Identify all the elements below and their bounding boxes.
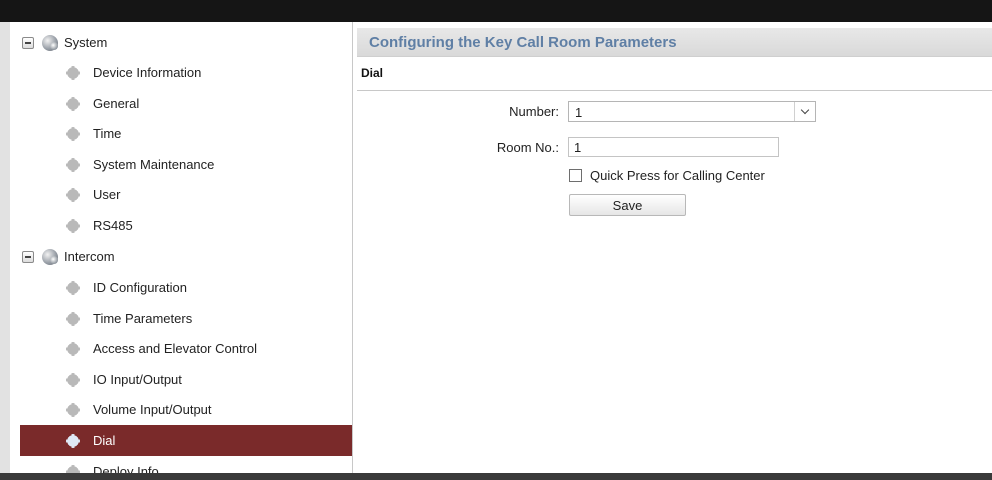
- number-select-value: 1: [575, 105, 583, 120]
- gear-icon: [66, 187, 80, 202]
- intercom-group-icon: [42, 248, 58, 265]
- quick-press-checkbox[interactable]: [569, 169, 582, 182]
- tree-item-label: Access and Elevator Control: [93, 341, 258, 356]
- gear-icon: [66, 402, 80, 417]
- config-tree: System Device Information General Time S…: [10, 22, 353, 473]
- tree-item-rs485[interactable]: RS485: [10, 210, 352, 241]
- gear-icon: [66, 65, 80, 80]
- tree-group-label: System: [64, 35, 108, 50]
- tree-item-volume-input-output[interactable]: Volume Input/Output: [10, 394, 352, 425]
- gear-icon: [66, 372, 80, 387]
- tree-item-label: Deploy Info: [93, 464, 159, 473]
- tree-item-general[interactable]: General: [10, 88, 352, 119]
- page-title: Configuring the Key Call Room Parameters: [369, 33, 677, 51]
- number-select[interactable]: 1: [568, 101, 816, 122]
- gear-icon: [66, 218, 80, 233]
- section-title: Dial: [361, 66, 384, 80]
- gear-icon: [66, 311, 80, 326]
- tree-item-label: RS485: [93, 218, 133, 233]
- tree-group-label: Intercom: [64, 249, 115, 264]
- gear-icon: [66, 280, 80, 295]
- tree-item-time[interactable]: Time: [10, 118, 352, 149]
- window-bottom-bar: [0, 473, 992, 480]
- tree-item-label: Time Parameters: [93, 311, 193, 326]
- gear-icon: [66, 433, 80, 448]
- tree-item-label: Dial: [93, 433, 116, 448]
- config-panel: Configuring the Key Call Room Parameters…: [353, 22, 992, 473]
- tree-item-label: Time: [93, 126, 122, 141]
- tree-item-id-configuration[interactable]: ID Configuration: [10, 272, 352, 303]
- tree-item-label: ID Configuration: [93, 280, 187, 295]
- tree-item-label: System Maintenance: [93, 157, 215, 172]
- dropdown-arrow[interactable]: [794, 102, 815, 121]
- tree-item-device-information[interactable]: Device Information: [10, 57, 352, 88]
- gear-icon: [66, 126, 80, 141]
- tree-item-label: Device Information: [93, 65, 202, 80]
- tree-group-intercom[interactable]: Intercom: [10, 241, 352, 272]
- room-no-label: Room No.:: [496, 140, 559, 155]
- page-title-bar: Configuring the Key Call Room Parameters: [357, 28, 992, 57]
- number-label: Number:: [509, 104, 559, 119]
- collapse-toggle-icon[interactable]: [22, 250, 34, 263]
- tree-item-user[interactable]: User: [10, 179, 352, 210]
- gear-icon: [66, 464, 80, 473]
- tree-group-system[interactable]: System: [10, 27, 352, 58]
- section-divider: [357, 90, 992, 91]
- tree-item-system-maintenance[interactable]: System Maintenance: [10, 149, 352, 180]
- gear-icon: [66, 341, 80, 356]
- tree-item-label: Volume Input/Output: [93, 402, 212, 417]
- tree-item-label: General: [93, 96, 140, 111]
- tree-item-io-input-output[interactable]: IO Input/Output: [10, 364, 352, 395]
- collapse-toggle-icon[interactable]: [22, 36, 34, 49]
- tree-item-access-elevator-control[interactable]: Access and Elevator Control: [10, 333, 352, 364]
- tree-item-label: IO Input/Output: [93, 372, 182, 387]
- gear-icon: [66, 96, 80, 111]
- window-top-bar: [0, 0, 992, 22]
- tree-item-deploy-info[interactable]: Deploy Info: [10, 456, 352, 473]
- save-button[interactable]: Save: [569, 194, 686, 216]
- gear-icon: [66, 157, 80, 172]
- tree-item-dial[interactable]: Dial: [20, 425, 352, 456]
- window-left-edge: [0, 22, 10, 473]
- system-group-icon: [42, 34, 58, 51]
- room-no-input[interactable]: [568, 137, 779, 157]
- quick-press-label: Quick Press for Calling Center: [590, 168, 765, 183]
- tree-item-time-parameters[interactable]: Time Parameters: [10, 303, 352, 334]
- chevron-down-icon: [800, 105, 810, 115]
- tree-item-label: User: [93, 187, 121, 202]
